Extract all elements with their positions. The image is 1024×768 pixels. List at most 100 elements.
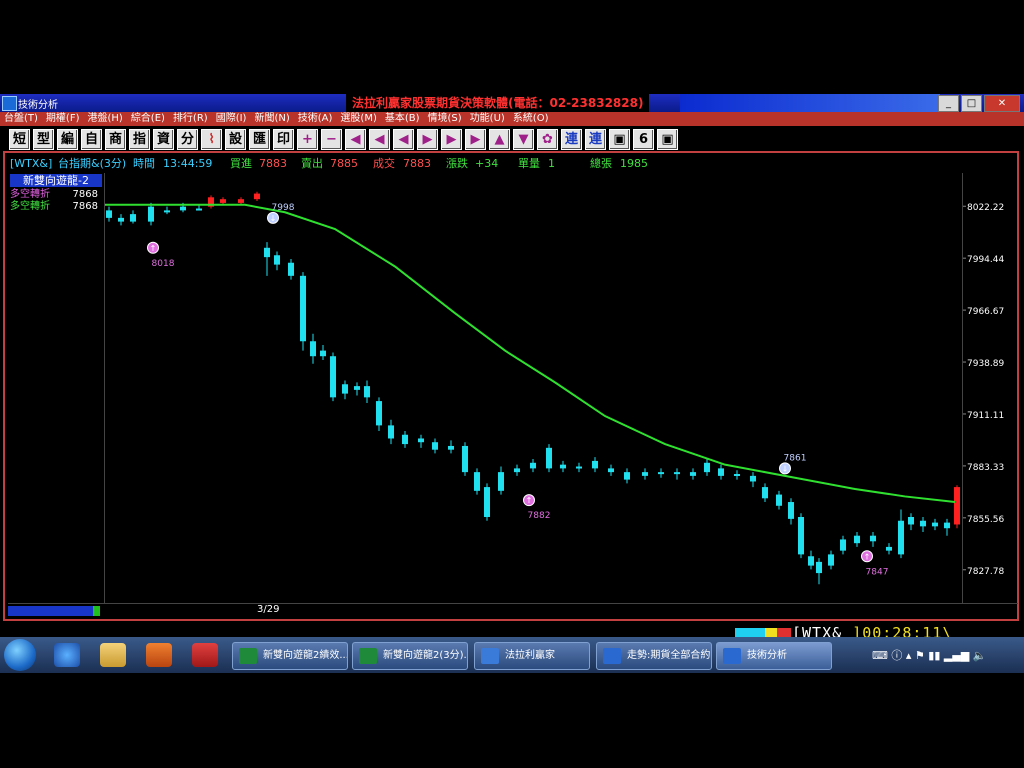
candle-body xyxy=(106,210,112,218)
taskbar-button[interactable]: 技術分析 xyxy=(716,642,832,670)
candle-body xyxy=(364,386,370,398)
menu-item[interactable]: 綜合(E) xyxy=(127,112,169,126)
toolbar-button[interactable]: 型 xyxy=(33,129,54,150)
menu-item[interactable]: 系統(O) xyxy=(509,112,553,126)
menu-item[interactable]: 港盤(H) xyxy=(83,112,126,126)
candle-body xyxy=(560,464,566,469)
signal-arrow: ↓ xyxy=(270,214,277,223)
menu-item[interactable]: 情境(S) xyxy=(424,112,466,126)
candle-body xyxy=(498,472,504,491)
menu-item[interactable]: 基本(B) xyxy=(381,112,424,126)
y-tick-label: 8022.22 xyxy=(967,203,1004,213)
taskbar-button[interactable]: 新雙向遊龍2績效... xyxy=(232,642,348,670)
toolbar-button[interactable]: ◀ xyxy=(369,129,390,150)
taskbar-button-label: 新雙向遊龍2(3分)... xyxy=(383,650,468,661)
menu-item[interactable]: 功能(U) xyxy=(466,112,509,126)
trade-label: 成交 xyxy=(373,157,395,170)
app-shortcut-icon[interactable] xyxy=(192,643,218,667)
indicator-row: 多空轉折 7868 xyxy=(10,189,102,201)
volume-icon[interactable]: 🔈 xyxy=(973,649,987,662)
candle-body xyxy=(130,214,136,222)
menu-item[interactable]: 國際(I) xyxy=(212,112,251,126)
toolbar-button[interactable]: ▲ xyxy=(489,129,510,150)
maximize-button[interactable]: □ xyxy=(961,95,982,112)
help-icon[interactable]: ⓘ xyxy=(891,649,902,662)
toolbar-button[interactable]: + xyxy=(297,129,318,150)
taskbar-button[interactable]: 走勢:期貨全部合約 xyxy=(596,642,712,670)
toolbar-button[interactable]: 設 xyxy=(225,129,246,150)
toolbar-button[interactable]: − xyxy=(321,129,342,150)
toolbar-button[interactable]: 印 xyxy=(273,129,294,150)
start-button[interactable] xyxy=(4,639,36,671)
title-bar[interactable]: 技術分析 法拉利贏家股票期貨決策軟體(電話：02-23832828) _ □ ✕ xyxy=(0,94,1024,112)
chart-scrollbar[interactable] xyxy=(8,603,1018,617)
menu-item[interactable]: 技術(A) xyxy=(294,112,337,126)
toolbar-button[interactable]: 編 xyxy=(57,129,78,150)
lock-icon[interactable]: 6 xyxy=(633,129,654,150)
app-icon xyxy=(2,96,17,111)
toolbar-button[interactable]: 連 xyxy=(561,129,582,150)
candle-body xyxy=(432,442,438,450)
app-icon xyxy=(239,648,257,664)
app-window: 技術分析 法拉利贏家股票期貨決策軟體(電話：02-23832828) _ □ ✕… xyxy=(0,94,1024,673)
indicator-header[interactable]: 新雙向遊龍-2 xyxy=(10,174,102,187)
candle-body xyxy=(448,445,454,450)
candle-body xyxy=(474,472,480,491)
settings-icon[interactable]: ✿ xyxy=(537,129,558,150)
bid-value: 7883 xyxy=(259,157,287,170)
toolbar-button[interactable]: 短 xyxy=(9,129,30,150)
candle-body xyxy=(354,386,360,390)
chart-icon[interactable]: ⌇ xyxy=(201,129,222,150)
scroll-thumb[interactable] xyxy=(93,606,100,616)
menu-item[interactable]: 新聞(N) xyxy=(250,112,293,126)
toolbar-button[interactable]: ◀ xyxy=(393,129,414,150)
candle-body xyxy=(954,487,960,525)
menu-item[interactable]: 台盤(T) xyxy=(0,112,42,126)
candle-body xyxy=(734,474,740,476)
flag-icon[interactable]: ⚑ xyxy=(915,649,925,662)
toolbar-button[interactable]: 分 xyxy=(177,129,198,150)
candle-body xyxy=(196,208,202,211)
change-label: 漲跌 xyxy=(446,157,468,170)
signal-icon[interactable]: ▂▄▆ xyxy=(944,649,969,662)
toolbar: 短型編自商指資分 ⌇ 設匯印 + − ◀ ◀ ◀ ▶ ▶ ▶ ▲ ▼ ✿ 連連 ▣ 6 ▣ xyxy=(0,126,1024,150)
candle-body xyxy=(690,472,696,476)
candle-body xyxy=(310,341,316,357)
window-icon[interactable]: ▣ xyxy=(609,129,630,150)
toolbar-button[interactable]: ▼ xyxy=(513,129,534,150)
title-gradient xyxy=(680,94,940,112)
media-player-icon[interactable] xyxy=(146,643,172,667)
toolbar-button[interactable]: ◀ xyxy=(345,129,366,150)
taskbar-button[interactable]: 新雙向遊龍2(3分)... xyxy=(352,642,468,670)
tray-expand-icon[interactable]: ▴ xyxy=(906,649,912,662)
keyboard-icon[interactable]: ⌨ xyxy=(872,649,888,662)
toolbar-button[interactable]: 指 xyxy=(129,129,150,150)
close-button[interactable]: ✕ xyxy=(984,95,1020,112)
toolbar-button[interactable]: 商 xyxy=(105,129,126,150)
menu-item[interactable]: 選股(M) xyxy=(336,112,380,126)
taskbar-button[interactable]: 法拉利贏家 xyxy=(474,642,590,670)
candlestick-chart[interactable]: ↑8018↓7998↑7882↓7861↑7847 xyxy=(105,173,962,603)
minimize-button[interactable]: _ xyxy=(938,95,959,112)
network-icon[interactable]: ▮▮ xyxy=(928,649,940,662)
folder-icon[interactable] xyxy=(100,643,126,667)
y-tick-label: 7966.67 xyxy=(967,307,1004,317)
indicator-row: 多空轉折 7868 xyxy=(10,201,102,213)
toolbar-button[interactable]: 連 xyxy=(585,129,606,150)
candle-body xyxy=(674,472,680,475)
toolbar-button[interactable]: 自 xyxy=(81,129,102,150)
menu-item[interactable]: 期權(F) xyxy=(42,112,84,126)
menu-item[interactable]: 排行(R) xyxy=(169,112,212,126)
toolbar-button[interactable]: 匯 xyxy=(249,129,270,150)
toolbar-button[interactable]: ▶ xyxy=(465,129,486,150)
indicator-value: 7868 xyxy=(72,201,98,212)
tools-icon[interactable]: ▣ xyxy=(657,129,678,150)
candle-body xyxy=(462,445,468,473)
toolbar-button[interactable]: ▶ xyxy=(441,129,462,150)
signal-label: 7882 xyxy=(528,511,551,521)
candle-body xyxy=(530,462,536,469)
signal-label: 7847 xyxy=(866,567,889,577)
ie-icon[interactable] xyxy=(54,643,80,667)
toolbar-button[interactable]: 資 xyxy=(153,129,174,150)
toolbar-button[interactable]: ▶ xyxy=(417,129,438,150)
